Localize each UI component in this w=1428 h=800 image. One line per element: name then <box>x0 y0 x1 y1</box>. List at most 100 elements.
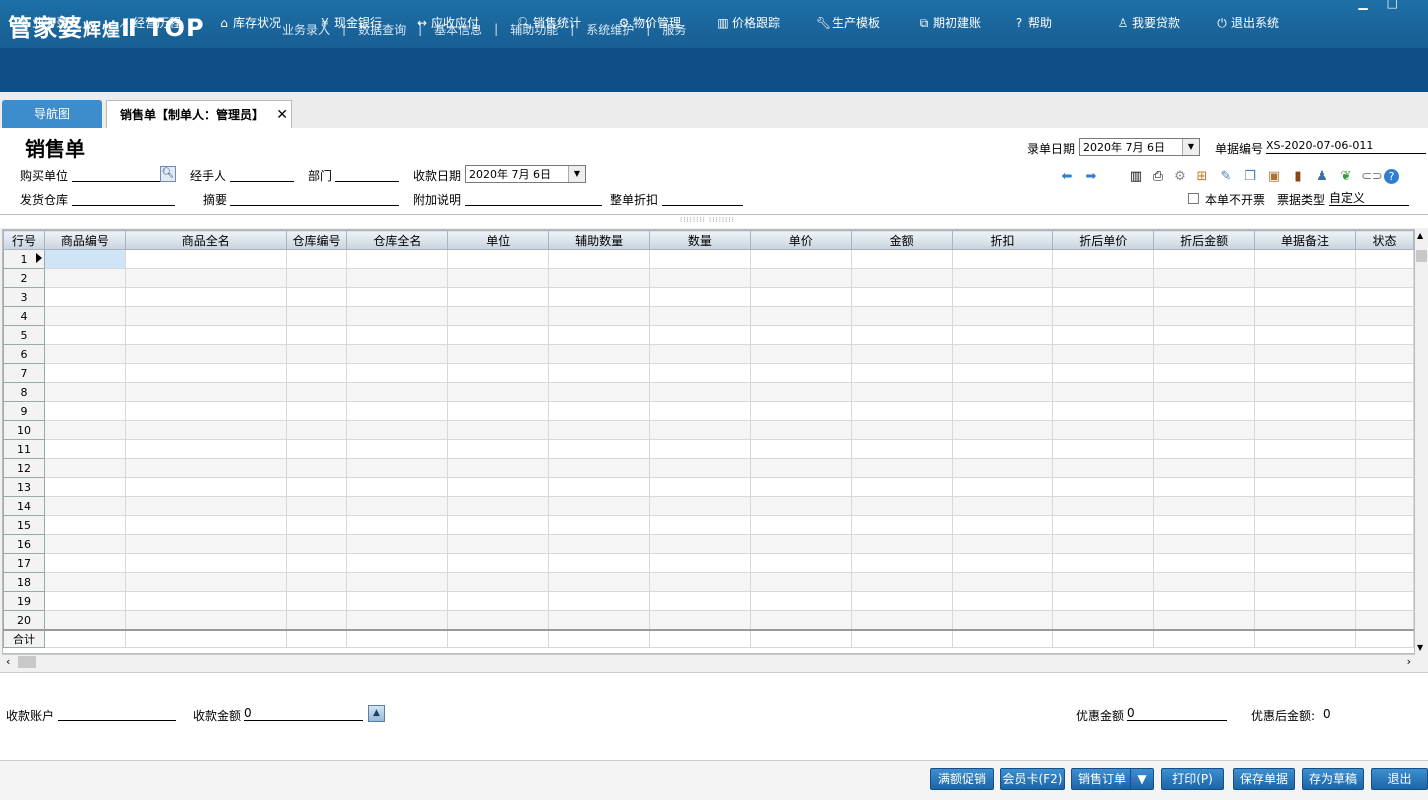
grid-cell[interactable] <box>649 306 751 326</box>
toolbar-sales-stats[interactable]: 🔍︎销售统计 <box>517 14 581 31</box>
table-row[interactable]: 3 <box>3 287 1414 307</box>
grid-cell[interactable] <box>1354 458 1414 478</box>
grid-cell[interactable] <box>749 363 852 383</box>
grid-cell[interactable] <box>124 553 287 573</box>
grid-cell[interactable] <box>285 496 348 516</box>
grid-cell[interactable] <box>649 458 751 478</box>
grid-cell[interactable] <box>346 268 449 288</box>
column-header[interactable]: 折后单价 <box>1052 230 1155 250</box>
grid-cell[interactable] <box>1052 249 1155 269</box>
splitter-grip-icon[interactable]: ⁞⁞⁞⁞⁞⁞⁞⁞ ⁞⁞⁞⁞⁞⁞⁞⁞ <box>680 216 735 224</box>
grid-cell[interactable] <box>43 610 126 631</box>
close-icon[interactable]: ✕ <box>276 101 288 129</box>
grid-cell[interactable] <box>43 572 126 592</box>
grid-cell[interactable] <box>1354 344 1414 364</box>
table-row[interactable]: 17 <box>3 553 1414 573</box>
grid-cell[interactable] <box>649 382 751 402</box>
grid-cell[interactable] <box>124 401 287 421</box>
no-invoice-checkbox[interactable] <box>1188 193 1199 204</box>
grid-cell[interactable] <box>1354 363 1414 383</box>
grid-cell[interactable] <box>346 382 449 402</box>
grid-cell[interactable] <box>447 249 550 269</box>
grid-cell[interactable] <box>447 458 550 478</box>
grid-cell[interactable] <box>1254 382 1356 402</box>
vertical-scroll-thumb[interactable] <box>1416 250 1427 262</box>
grid-cell[interactable] <box>951 496 1054 516</box>
buyer-search-button[interactable]: 🔍︎ <box>160 166 176 182</box>
grid-cell[interactable] <box>1254 534 1356 554</box>
grid-cell[interactable] <box>1254 496 1356 516</box>
grid-cell[interactable] <box>749 325 852 345</box>
grid-cell[interactable] <box>548 458 651 478</box>
grid-cell[interactable] <box>749 477 852 497</box>
table-row[interactable]: 5 <box>3 325 1414 345</box>
grid-cell[interactable] <box>548 610 651 631</box>
grid-cell[interactable] <box>749 287 852 307</box>
grid-cell[interactable] <box>43 268 126 288</box>
grid-cell[interactable] <box>346 344 449 364</box>
grid-cell[interactable] <box>850 268 953 288</box>
grid-cell[interactable] <box>1153 249 1256 269</box>
grid-cell[interactable] <box>124 458 287 478</box>
grid-cell[interactable] <box>1153 344 1256 364</box>
grid-cell[interactable] <box>1254 439 1356 459</box>
grid-cell[interactable] <box>850 439 953 459</box>
handler-field[interactable] <box>230 167 294 182</box>
table-row[interactable]: 15 <box>3 515 1414 535</box>
grid-cell[interactable] <box>951 477 1054 497</box>
grid-cell[interactable] <box>548 325 651 345</box>
grid-cell[interactable] <box>346 325 449 345</box>
print-button[interactable]: 打印(P) <box>1161 768 1224 790</box>
grid-cell[interactable] <box>43 534 126 554</box>
grid-cell[interactable] <box>285 439 348 459</box>
grid-cell[interactable] <box>649 572 751 592</box>
grid-cell[interactable] <box>649 534 751 554</box>
grid-cell[interactable] <box>850 610 953 631</box>
grid-cell[interactable] <box>285 420 348 440</box>
grid-cell[interactable] <box>1354 515 1414 535</box>
buyer-field[interactable] <box>72 167 160 182</box>
horizontal-scrollbar[interactable]: ‹ › <box>2 654 1415 670</box>
horizontal-scroll-thumb[interactable] <box>18 656 36 668</box>
table-row[interactable]: 9 <box>3 401 1414 421</box>
grid-cell[interactable] <box>124 344 287 364</box>
grid-cell[interactable] <box>1153 534 1256 554</box>
grid-cell[interactable] <box>548 572 651 592</box>
grid-cell[interactable] <box>749 401 852 421</box>
grid-cell[interactable] <box>548 382 651 402</box>
grid-cell[interactable] <box>1153 306 1256 326</box>
chevron-down-icon[interactable]: ▼ <box>568 166 585 182</box>
grid-cell[interactable] <box>1153 477 1256 497</box>
grid-cell[interactable] <box>1052 344 1155 364</box>
grid-cell[interactable] <box>649 363 751 383</box>
grid-cell[interactable] <box>43 515 126 535</box>
department-field[interactable] <box>335 167 399 182</box>
grid-cell[interactable] <box>124 287 287 307</box>
user-icon[interactable]: ♟ <box>1314 169 1330 185</box>
grid-cell[interactable] <box>1254 325 1356 345</box>
table-row[interactable]: 2 <box>3 268 1414 288</box>
item-grid[interactable]: 行号 商品编号 商品全名 仓库编号 仓库全名 单位 辅助数量 数量 单价 金额 … <box>2 229 1415 654</box>
toolbar-receivable-payable[interactable]: ↔ 应收应付 <box>415 14 479 31</box>
grid-cell[interactable] <box>951 572 1054 592</box>
grid-cell[interactable] <box>649 610 751 631</box>
grid-cell[interactable] <box>1153 591 1256 611</box>
maximize-icon[interactable]: □ <box>1387 0 1398 10</box>
grid-cell[interactable] <box>548 401 651 421</box>
grid-cell[interactable] <box>285 325 348 345</box>
grid-cell[interactable] <box>285 477 348 497</box>
grid-cell[interactable] <box>649 325 751 345</box>
grid-cell[interactable] <box>447 534 550 554</box>
grid-cell[interactable] <box>951 420 1054 440</box>
grid-cell[interactable] <box>346 477 449 497</box>
grid-cell[interactable] <box>124 420 287 440</box>
expand-button[interactable]: ▲ <box>368 705 385 722</box>
grid-cell[interactable] <box>548 496 651 516</box>
grid-cell[interactable] <box>43 382 126 402</box>
grid-cell[interactable] <box>1052 382 1155 402</box>
grid-cell[interactable] <box>43 439 126 459</box>
grid-cell[interactable] <box>548 553 651 573</box>
toolbar-opening-setup[interactable]: ⧉ 期初建账 <box>917 14 981 31</box>
grid-cell[interactable] <box>124 249 287 269</box>
grid-cell[interactable] <box>951 534 1054 554</box>
